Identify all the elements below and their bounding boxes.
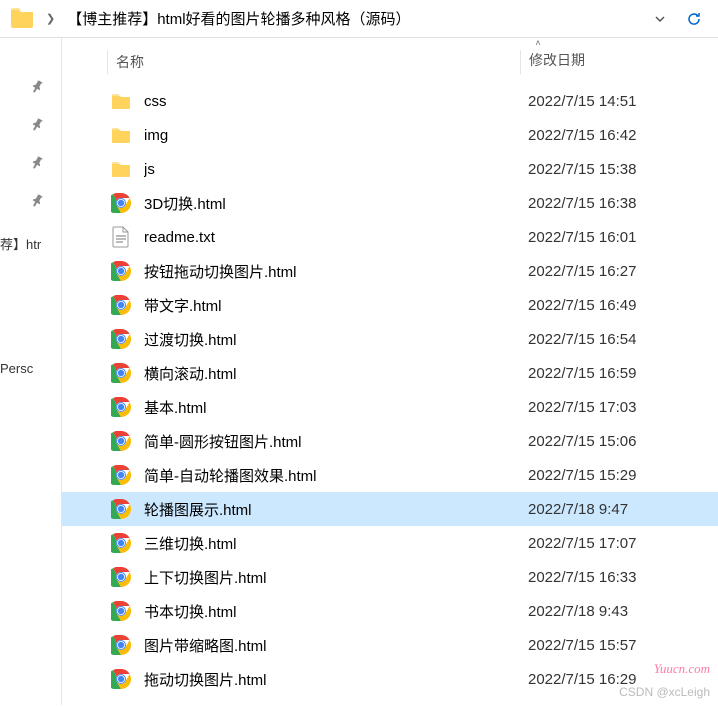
- chrome-icon: [108, 498, 134, 520]
- file-name: 简单-自动轮播图效果.html: [144, 465, 520, 486]
- file-row[interactable]: 三维切换.html2022/7/15 17:07: [62, 526, 718, 560]
- file-name: css: [144, 93, 520, 110]
- chrome-icon: [108, 192, 134, 214]
- file-row[interactable]: 简单-自动轮播图效果.html2022/7/15 15:29: [62, 458, 718, 492]
- file-row[interactable]: 上下切换图片.html2022/7/15 16:33: [62, 560, 718, 594]
- file-name: 3D切换.html: [144, 193, 520, 214]
- content-pane: ˄ 名称 修改日期 css2022/7/15 14:51img2022/7/15…: [62, 38, 718, 705]
- folder-icon: [108, 90, 134, 112]
- file-name: 上下切换图片.html: [144, 567, 520, 588]
- file-date: 2022/7/15 16:38: [520, 195, 718, 212]
- file-date: 2022/7/18 9:47: [520, 501, 718, 518]
- file-row[interactable]: 按钮拖动切换图片.html2022/7/15 16:27: [62, 254, 718, 288]
- sidebar-item[interactable]: 荐】htr: [0, 220, 61, 257]
- breadcrumb-chevron-icon[interactable]: ❯: [42, 12, 59, 25]
- path-dropdown-button[interactable]: [648, 7, 672, 31]
- file-row[interactable]: 图片带缩略图.html2022/7/15 15:57: [62, 628, 718, 662]
- file-date: 2022/7/15 16:42: [520, 127, 718, 144]
- chrome-icon: [108, 396, 134, 418]
- chrome-icon: [108, 532, 134, 554]
- file-date: 2022/7/15 16:33: [520, 569, 718, 586]
- file-date: 2022/7/15 16:54: [520, 331, 718, 348]
- folder-icon: [108, 124, 134, 146]
- file-date: 2022/7/18 9:43: [520, 603, 718, 620]
- column-header-name[interactable]: 名称: [108, 50, 520, 74]
- chrome-icon: [108, 464, 134, 486]
- file-row[interactable]: readme.txt2022/7/15 16:01: [62, 220, 718, 254]
- column-headers: ˄ 名称 修改日期: [62, 38, 718, 84]
- file-date: 2022/7/15 16:27: [520, 263, 718, 280]
- file-name: 拖动切换图片.html: [144, 669, 520, 690]
- file-name: 带文字.html: [144, 295, 520, 316]
- file-row[interactable]: js2022/7/15 15:38: [62, 152, 718, 186]
- file-name: 简单-圆形按钮图片.html: [144, 431, 520, 452]
- file-row[interactable]: 基本.html2022/7/15 17:03: [62, 390, 718, 424]
- pin-icon[interactable]: [0, 106, 61, 144]
- chrome-icon: [108, 566, 134, 588]
- file-date: 2022/7/15 16:59: [520, 365, 718, 382]
- sort-ascending-icon: ˄: [535, 38, 540, 48]
- file-list[interactable]: css2022/7/15 14:51img2022/7/15 16:42js20…: [62, 84, 718, 705]
- address-bar: ❯ 【博主推荐】html好看的图片轮播多种风格（源码）: [0, 0, 718, 38]
- file-date: 2022/7/15 15:57: [520, 637, 718, 654]
- chrome-icon: [108, 294, 134, 316]
- column-header-date[interactable]: 修改日期: [520, 50, 718, 74]
- file-name: 过渡切换.html: [144, 329, 520, 350]
- file-name: 按钮拖动切换图片.html: [144, 261, 520, 282]
- file-name: 三维切换.html: [144, 533, 520, 554]
- folder-icon: [108, 158, 134, 180]
- file-row[interactable]: 书本切换.html2022/7/18 9:43: [62, 594, 718, 628]
- watermark: Yuucn.com: [654, 661, 710, 677]
- chrome-icon: [108, 260, 134, 282]
- file-row[interactable]: 过渡切换.html2022/7/15 16:54: [62, 322, 718, 356]
- file-row[interactable]: 轮播图展示.html2022/7/18 9:47: [62, 492, 718, 526]
- file-name: img: [144, 127, 520, 144]
- watermark: CSDN @xcLeigh: [619, 685, 710, 699]
- chrome-icon: [108, 634, 134, 656]
- file-date: 2022/7/15 16:01: [520, 229, 718, 246]
- pin-icon[interactable]: [0, 144, 61, 182]
- file-row[interactable]: 3D切换.html2022/7/15 16:38: [62, 186, 718, 220]
- file-row[interactable]: 简单-圆形按钮图片.html2022/7/15 15:06: [62, 424, 718, 458]
- file-date: 2022/7/15 15:06: [520, 433, 718, 450]
- file-name: 基本.html: [144, 397, 520, 418]
- chrome-icon: [108, 600, 134, 622]
- pin-icon[interactable]: [0, 68, 61, 106]
- file-name: 轮播图展示.html: [144, 499, 520, 520]
- header-spacer: [62, 50, 108, 74]
- pin-icon[interactable]: [0, 182, 61, 220]
- file-row[interactable]: img2022/7/15 16:42: [62, 118, 718, 152]
- text-icon: [108, 226, 134, 248]
- main-area: 荐】htr Persc ˄ 名称 修改日期 css2022/7/15 14:51…: [0, 38, 718, 705]
- file-row[interactable]: 带文字.html2022/7/15 16:49: [62, 288, 718, 322]
- file-name: 横向滚动.html: [144, 363, 520, 384]
- sidebar: 荐】htr Persc: [0, 38, 62, 705]
- chrome-icon: [108, 430, 134, 452]
- sidebar-item[interactable]: Persc: [0, 347, 61, 380]
- chrome-icon: [108, 668, 134, 690]
- path-title[interactable]: 【博主推荐】html好看的图片轮播多种风格（源码）: [67, 8, 640, 29]
- chrome-icon: [108, 362, 134, 384]
- file-date: 2022/7/15 16:49: [520, 297, 718, 314]
- refresh-button[interactable]: [680, 7, 708, 31]
- file-date: 2022/7/15 17:03: [520, 399, 718, 416]
- file-name: 图片带缩略图.html: [144, 635, 520, 656]
- file-row[interactable]: 横向滚动.html2022/7/15 16:59: [62, 356, 718, 390]
- chrome-icon: [108, 328, 134, 350]
- file-name: js: [144, 161, 520, 178]
- file-date: 2022/7/15 17:07: [520, 535, 718, 552]
- file-row[interactable]: css2022/7/15 14:51: [62, 84, 718, 118]
- file-date: 2022/7/15 15:38: [520, 161, 718, 178]
- file-date: 2022/7/15 15:29: [520, 467, 718, 484]
- file-name: 书本切换.html: [144, 601, 520, 622]
- file-date: 2022/7/15 14:51: [520, 93, 718, 110]
- folder-icon: [10, 6, 34, 31]
- file-name: readme.txt: [144, 229, 520, 246]
